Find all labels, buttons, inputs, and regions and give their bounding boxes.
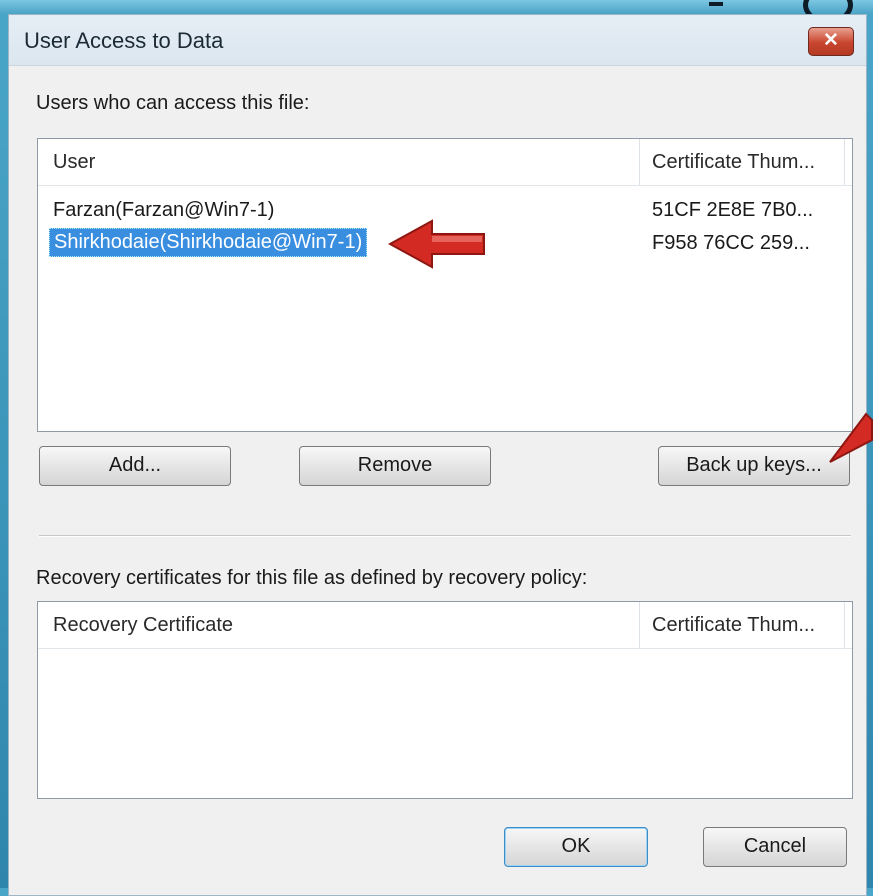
add-button[interactable]: Add... bbox=[39, 446, 231, 486]
list-item-user-selected[interactable]: Shirkhodaie(Shirkhodaie@Win7-1) bbox=[49, 228, 368, 257]
column-separator[interactable] bbox=[844, 139, 845, 185]
column-header-thumbprint[interactable]: Certificate Thum... bbox=[652, 151, 815, 174]
users-listview[interactable]: User Certificate Thum... Farzan(Farzan@W… bbox=[37, 138, 853, 432]
list-item-thumbprint[interactable]: 51CF 2E8E 7B0... bbox=[652, 199, 813, 222]
list-item-thumbprint[interactable]: F958 76CC 259... bbox=[652, 232, 810, 255]
dialog-title: User Access to Data bbox=[24, 28, 224, 53]
section-divider bbox=[39, 535, 851, 537]
desktop-decoration bbox=[709, 2, 723, 6]
column-separator[interactable] bbox=[639, 139, 640, 185]
left-arrow-icon bbox=[388, 219, 485, 269]
users-section-label: Users who can access this file: bbox=[36, 92, 310, 114]
recovery-section-label: Recovery certificates for this file as d… bbox=[36, 567, 588, 589]
desktop-strip bbox=[0, 0, 873, 14]
column-header-thumbprint[interactable]: Certificate Thum... bbox=[652, 614, 815, 637]
recovery-listview[interactable]: Recovery Certificate Certificate Thum... bbox=[37, 601, 853, 799]
title-bar: User Access to Data ✕ bbox=[9, 15, 866, 66]
users-list-header: User Certificate Thum... bbox=[38, 139, 852, 186]
close-icon: ✕ bbox=[823, 30, 839, 51]
column-separator[interactable] bbox=[844, 602, 845, 648]
column-header-user[interactable]: User bbox=[53, 151, 95, 174]
column-separator[interactable] bbox=[639, 602, 640, 648]
user-access-dialog: User Access to Data ✕ Users who can acce… bbox=[8, 14, 867, 896]
list-item-user[interactable]: Farzan(Farzan@Win7-1) bbox=[53, 199, 274, 222]
recovery-list-header: Recovery Certificate Certificate Thum... bbox=[38, 602, 852, 649]
remove-button[interactable]: Remove bbox=[299, 446, 491, 486]
column-header-recovery-certificate[interactable]: Recovery Certificate bbox=[53, 614, 233, 637]
ok-button[interactable]: OK bbox=[504, 827, 648, 867]
close-button[interactable]: ✕ bbox=[808, 27, 854, 56]
cancel-button[interactable]: Cancel bbox=[703, 827, 847, 867]
arrow-pointer-icon bbox=[829, 412, 873, 463]
backup-keys-button[interactable]: Back up keys... bbox=[658, 446, 850, 486]
